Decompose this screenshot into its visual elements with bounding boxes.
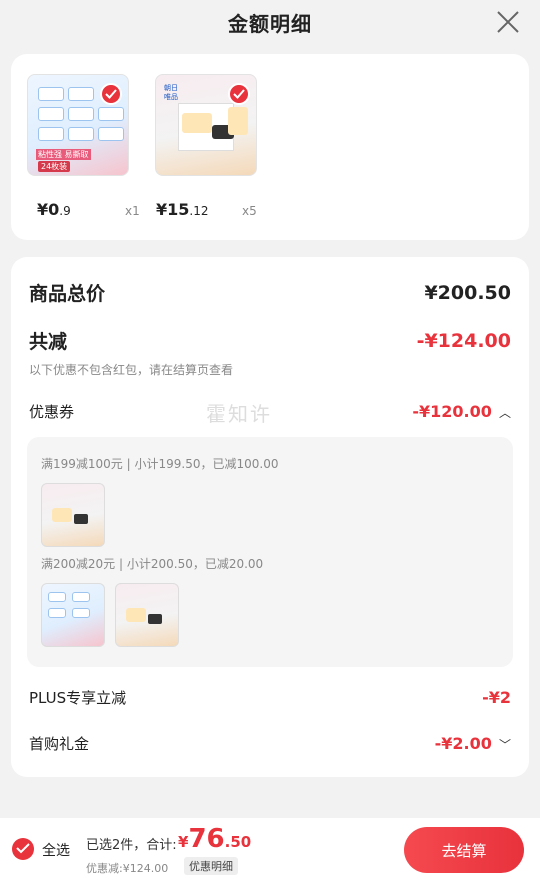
discount-detail-button[interactable]: 优惠明细 — [184, 857, 238, 875]
coupon-product-thumbnail — [41, 483, 105, 547]
first-purchase-value: -¥2.00 — [434, 734, 492, 753]
checkout-total: ¥76.50 — [178, 824, 252, 854]
reduce-note: 以下优惠不包含红包，请在结算页查看 — [29, 363, 234, 377]
checkout-bar: 全选 已选2件，合计: ¥76.50 优惠减:¥124.00 优惠明细 去结算 — [0, 818, 540, 883]
product-thumbnail-1[interactable]: 粘性强 易撕取 24枚装 — [27, 74, 129, 176]
selected-check-icon[interactable] — [100, 83, 122, 105]
modal-header: 金额明细 — [0, 0, 540, 44]
coupon-product-thumbnail — [41, 583, 105, 647]
product-qty-1: x1 — [125, 204, 140, 218]
coupon-product-thumbnail — [115, 583, 179, 647]
checkout-button[interactable]: 去结算 — [404, 827, 524, 873]
coupon-breakdown: 满199减100元 | 小计199.50，已减100.00 满200减20元 |… — [27, 437, 513, 667]
select-all-label[interactable]: 全选 — [42, 840, 70, 860]
total-price-value: ¥200.50 — [424, 281, 511, 304]
chevron-up-icon[interactable]: ︿ — [499, 404, 511, 421]
thumb-text: 唯品 — [164, 93, 178, 101]
select-all-checkbox[interactable] — [12, 838, 34, 860]
watermark: 霍知许 — [206, 402, 272, 426]
coupon-line-1: 满199减100元 | 小计199.50，已减100.00 — [41, 457, 279, 471]
reduce-row: 共减 -¥124.00 — [29, 327, 511, 354]
first-purchase-row[interactable]: 首购礼金 -¥2.00 ﹀ — [29, 733, 511, 754]
coupon-label: 优惠券 — [29, 403, 75, 421]
amount-detail-card: 商品总价 ¥200.50 共减 -¥124.00 以下优惠不包含红包，请在结算页… — [11, 257, 529, 777]
plus-discount-label: PLUS专享立减 — [29, 689, 127, 707]
coupon-value: -¥120.00 — [412, 402, 492, 421]
selected-check-icon[interactable] — [228, 83, 250, 105]
close-icon[interactable] — [496, 10, 520, 34]
product-price-1: ¥0.9 — [37, 200, 71, 219]
total-price-row: 商品总价 ¥200.50 — [29, 279, 511, 306]
plus-discount-row: PLUS专享立减 -¥2 — [29, 687, 511, 708]
selected-summary: 已选2件，合计: — [86, 838, 177, 853]
product-price-2: ¥15.12 — [156, 200, 209, 219]
coupon-line-2: 满200减20元 | 小计200.50，已减20.00 — [41, 557, 264, 571]
product-qty-2: x5 — [242, 204, 257, 218]
product-thumbnail-2[interactable]: 朝日 唯品 — [155, 74, 257, 176]
chevron-down-icon[interactable]: ﹀ — [499, 736, 511, 753]
product-card: 粘性强 易撕取 24枚装 朝日 唯品 ¥0.9 x1 ¥15.12 x5 — [11, 54, 529, 240]
thumb-text: 24枚装 — [38, 161, 71, 172]
plus-discount-value: -¥2 — [482, 688, 511, 707]
discount-summary: 优惠减:¥124.00 — [86, 862, 169, 875]
page-title: 金额明细 — [228, 11, 312, 36]
thumb-text: 粘性强 易撕取 — [36, 149, 91, 160]
total-price-label: 商品总价 — [29, 283, 106, 305]
reduce-label: 共减 — [29, 331, 68, 353]
first-purchase-label: 首购礼金 — [29, 735, 90, 753]
reduce-value: -¥124.00 — [416, 329, 511, 352]
